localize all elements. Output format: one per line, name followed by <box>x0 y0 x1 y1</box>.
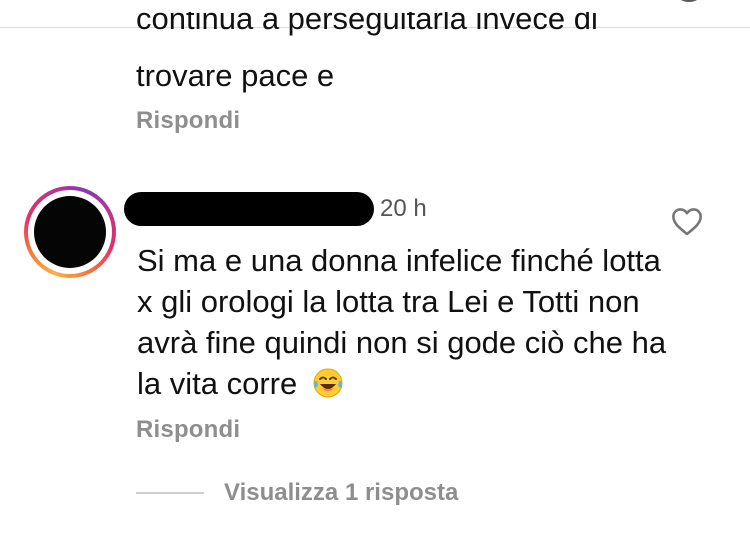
comment-timestamp: 20 h <box>380 195 427 222</box>
avatar[interactable] <box>24 186 116 278</box>
heart-outline-icon[interactable] <box>670 206 704 236</box>
username-redacted[interactable] <box>124 192 374 226</box>
view-replies-button[interactable]: Visualizza 1 risposta <box>136 478 458 508</box>
previous-comment-reply-button[interactable]: Rispondi <box>136 107 240 135</box>
view-replies-label: Visualizza 1 risposta <box>224 479 459 506</box>
avatar-image <box>34 196 106 268</box>
previous-comment-partial-line: continua a perseguitarla invece di <box>136 12 676 36</box>
comment-reply-button[interactable]: Rispondi <box>136 416 240 444</box>
previous-comment-text: continua a perseguitarla invece di trova… <box>136 12 676 95</box>
comment-text-block: Si ma e una donna infelice finché lotta … <box>137 240 677 404</box>
laughing-tears-emoji <box>313 368 343 398</box>
avatar-gap <box>28 190 112 274</box>
previous-comment-line-2: trovare pace e <box>136 58 335 93</box>
comment-text: Si ma e una donna infelice finché lotta … <box>137 243 667 401</box>
view-replies-divider <box>136 492 204 494</box>
comments-screen: continua a perseguitarla invece di trova… <box>0 0 750 550</box>
previous-comment-partial-text: continua a perseguitarla invece di <box>136 12 598 36</box>
ring-icon[interactable] <box>672 0 706 2</box>
